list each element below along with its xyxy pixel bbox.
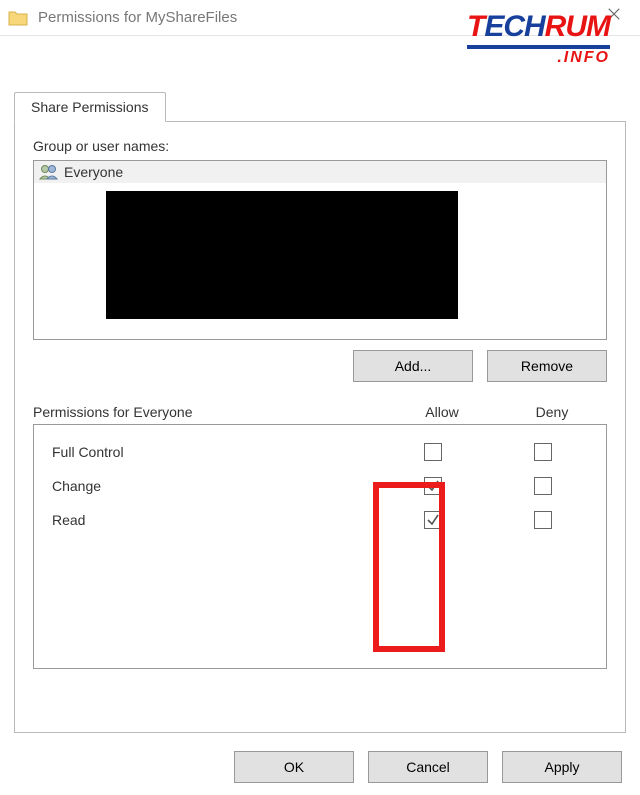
permission-name: Full Control [42, 444, 378, 460]
permissions-for-label: Permissions for Everyone [33, 404, 387, 420]
permission-row: Full Control [42, 435, 598, 469]
apply-button[interactable]: Apply [502, 751, 622, 783]
folder-icon [8, 9, 28, 27]
deny-checkbox[interactable] [534, 443, 552, 461]
add-button[interactable]: Add... [353, 350, 473, 382]
dialog-footer: OK Cancel Apply [234, 751, 622, 783]
remove-button[interactable]: Remove [487, 350, 607, 382]
permission-row: Change [42, 469, 598, 503]
watermark-logo: TECHRUM .INFO [467, 10, 610, 67]
window-title: Permissions for MyShareFiles [38, 9, 237, 26]
group-icon [38, 163, 60, 181]
group-item-label: Everyone [64, 164, 123, 180]
tab-share-permissions[interactable]: Share Permissions [14, 92, 166, 122]
deny-checkbox[interactable] [534, 511, 552, 529]
allow-checkbox[interactable] [424, 477, 442, 495]
group-user-list[interactable]: Everyone [33, 160, 607, 340]
deny-column-header: Deny [497, 404, 607, 420]
groups-label: Group or user names: [33, 138, 607, 154]
permissions-list: Full Control Change Read [33, 424, 607, 669]
deny-checkbox[interactable] [534, 477, 552, 495]
permission-name: Read [42, 512, 378, 528]
permission-row: Read [42, 503, 598, 537]
allow-checkbox[interactable] [424, 511, 442, 529]
ok-button[interactable]: OK [234, 751, 354, 783]
allow-column-header: Allow [387, 404, 497, 420]
tab-panel: Group or user names: Everyone Add... Rem… [14, 121, 626, 733]
list-item[interactable]: Everyone [34, 161, 606, 183]
permission-name: Change [42, 478, 378, 494]
permissions-header: Permissions for Everyone Allow Deny [33, 404, 607, 420]
redacted-area [106, 191, 458, 319]
cancel-button[interactable]: Cancel [368, 751, 488, 783]
allow-checkbox[interactable] [424, 443, 442, 461]
